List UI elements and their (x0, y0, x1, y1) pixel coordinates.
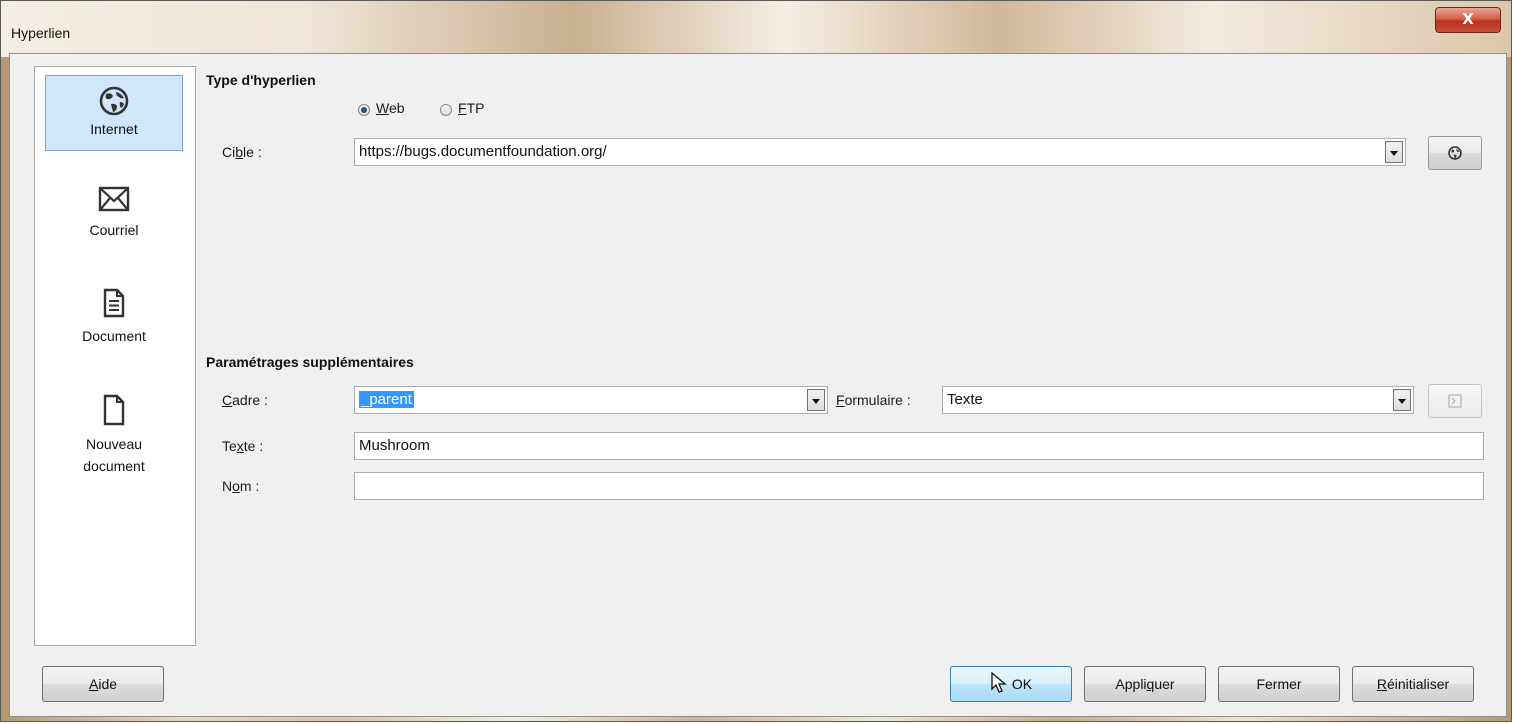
dialog-frame: Hyperlien X Internet Courriel Document N… (0, 0, 1512, 722)
frame-dropdown-button[interactable] (807, 389, 825, 411)
ok-button[interactable]: OK (950, 666, 1072, 702)
frame-combobox[interactable]: _parent (354, 386, 828, 414)
text-value: Mushroom (359, 437, 430, 454)
frame-label: Cadre : (222, 392, 268, 408)
ftp-radio-label[interactable]: FTP (458, 100, 484, 116)
frame-value: _parent (359, 391, 414, 408)
target-url-combobox[interactable]: https://bugs.documentfoundation.org/ (354, 138, 1406, 166)
open-browser-button[interactable] (1428, 136, 1482, 170)
form-value: Texte (947, 391, 983, 408)
help-button[interactable]: Aide (42, 666, 164, 702)
name-field[interactable] (354, 472, 1484, 500)
sidebar-item-label: Document (82, 328, 146, 344)
window-title: Hyperlien (11, 25, 71, 41)
form-label: Formulaire : (836, 392, 911, 408)
title-bar[interactable]: Hyperlien X (1, 1, 1511, 57)
sidebar-item-label: Courriel (89, 222, 139, 238)
events-button[interactable] (1428, 384, 1482, 418)
sidebar-item-internet[interactable]: Internet (45, 75, 183, 151)
close-window-button[interactable]: X (1435, 7, 1501, 33)
target-label: Cible : (222, 144, 262, 160)
sidebar-item-label-line1: Nouveau (85, 436, 143, 452)
sidebar-item-document[interactable]: Document (45, 281, 183, 361)
reset-button[interactable]: Réinitialiser (1352, 666, 1474, 702)
sidebar-item-label: Internet (90, 121, 138, 137)
category-sidebar: Internet Courriel Document Nouveau docum… (34, 66, 196, 646)
extra-settings-heading: Paramétrages supplémentaires (206, 354, 414, 370)
text-field[interactable]: Mushroom (354, 432, 1484, 460)
document-icon (103, 288, 125, 318)
apply-button[interactable]: Appliquer (1084, 666, 1206, 702)
ok-label: OK (1011, 676, 1033, 692)
sidebar-item-courriel[interactable]: Courriel (45, 177, 183, 257)
form-dropdown-button[interactable] (1393, 389, 1411, 411)
text-label: Texte : (222, 438, 264, 454)
macro-icon (1448, 394, 1462, 408)
form-combobox[interactable]: Texte (942, 386, 1414, 414)
sidebar-item-new-document[interactable]: Nouveau document (45, 389, 183, 485)
sidebar-item-label-line2: document (83, 458, 145, 474)
ftp-radio[interactable] (440, 104, 452, 116)
globe-icon (99, 86, 129, 116)
name-label: Nom : (222, 478, 260, 494)
target-url-value: https://bugs.documentfoundation.org/ (359, 143, 607, 160)
web-radio-label[interactable]: Web (376, 100, 405, 116)
mouse-cursor-icon (991, 671, 1007, 694)
envelope-icon (98, 186, 130, 212)
web-radio[interactable] (358, 104, 370, 116)
hyperlink-type-heading: Type d'hyperlien (206, 72, 316, 88)
new-document-icon (103, 394, 125, 426)
close-button[interactable]: Fermer (1218, 666, 1340, 702)
target-dropdown-button[interactable] (1385, 141, 1403, 163)
globe-icon (1448, 146, 1462, 160)
dialog-client: Internet Courriel Document Nouveau docum… (9, 53, 1507, 717)
